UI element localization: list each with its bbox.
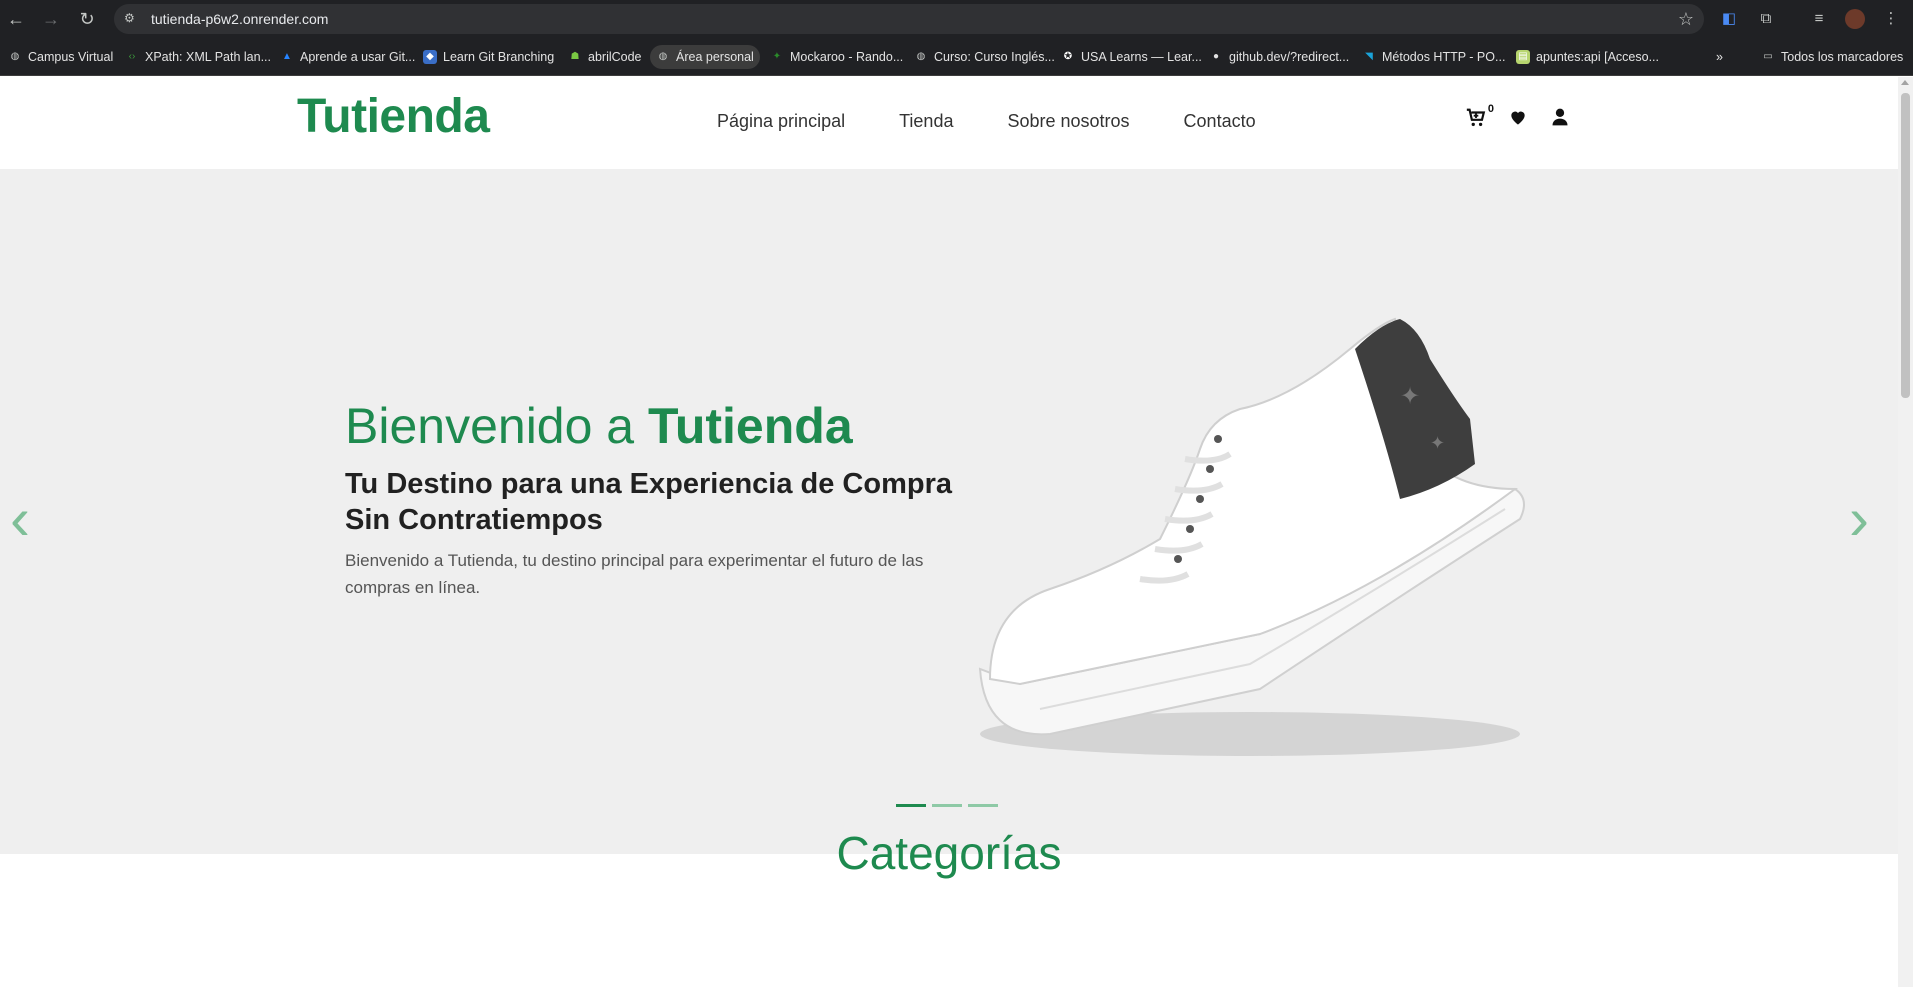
site-info-icon[interactable]: ⚙ xyxy=(124,11,140,27)
bookmark-label: apuntes:api [Acceso... xyxy=(1536,50,1659,64)
globe-icon: ◍ xyxy=(658,51,668,62)
star-icon: ✪ xyxy=(1063,51,1073,62)
mockaroo-icon: ✦ xyxy=(772,51,782,62)
cart-icon[interactable]: 0 xyxy=(1464,103,1494,131)
address-bar[interactable]: ⚙ tutienda-p6w2.onrender.com ☆ xyxy=(114,4,1704,34)
bookmark-item[interactable]: ☗ abrilCode xyxy=(562,45,648,69)
hero-title: Bienvenido a Tutienda xyxy=(345,397,853,455)
bookmarks-bar: ◍ Campus Virtual ‹› XPath: XML Path lan...… xyxy=(0,38,1913,76)
bookmark-label: Mockaroo - Rando... xyxy=(790,50,904,64)
header-icons: 0 xyxy=(1464,103,1572,131)
user-svg xyxy=(1552,108,1568,126)
github-icon: ● xyxy=(1212,51,1220,62)
folder-icon: ▭ xyxy=(1763,51,1773,62)
bookmark-item[interactable]: ▲ Aprende a usar Git... xyxy=(274,45,421,69)
hero-carousel: ‹ › Bienvenido a Tutienda Tu Destino par… xyxy=(0,169,1898,854)
scroll-up-icon[interactable] xyxy=(1901,80,1909,85)
all-bookmarks-folder[interactable]: ▭ Todos los marcadores xyxy=(1755,45,1909,69)
bookmark-label: Campus Virtual xyxy=(28,50,114,64)
android-icon: ☗ xyxy=(570,51,580,62)
bookmark-item[interactable]: ◍ Curso: Curso Inglés... xyxy=(908,45,1061,69)
url-text[interactable]: tutienda-p6w2.onrender.com xyxy=(151,4,328,34)
translate-icon[interactable]: ◧ xyxy=(1718,8,1740,30)
carousel-dot[interactable] xyxy=(968,804,998,807)
heart-svg xyxy=(1511,111,1525,125)
atlassian-icon: ▲ xyxy=(282,51,292,62)
carousel-dot[interactable] xyxy=(896,804,926,807)
postman-icon: ◥ xyxy=(1365,51,1373,62)
categories-heading: Categorías xyxy=(836,827,1062,879)
bookmark-label: Learn Git Branching xyxy=(443,50,555,64)
more-bookmarks-icon[interactable]: » xyxy=(1710,45,1729,69)
bookmark-item[interactable]: ✪ USA Learns — Lear... xyxy=(1055,45,1208,69)
shoe-pattern: ✦ xyxy=(1400,382,1420,410)
bookmark-item[interactable]: ✦ Mockaroo - Rando... xyxy=(764,45,909,69)
globe-icon: ◍ xyxy=(916,51,926,62)
shoe-pattern: ✦ xyxy=(1430,433,1445,454)
carousel-indicators xyxy=(896,804,998,807)
bookmark-label: USA Learns — Lear... xyxy=(1081,50,1202,64)
main-nav: Página principal Tienda Sobre nosotros C… xyxy=(717,111,1256,132)
carousel-dot[interactable] xyxy=(932,804,962,807)
hero-description: Bienvenido a Tutienda, tu destino princi… xyxy=(345,551,924,597)
bookmark-item[interactable]: ◍ Campus Virtual xyxy=(2,45,119,69)
reload-icon[interactable]: ↻ xyxy=(75,7,99,31)
bookmark-item[interactable]: ◥ Métodos HTTP - PO... xyxy=(1356,45,1511,69)
bookmark-label: abrilCode xyxy=(588,50,642,64)
git-icon: ◆ xyxy=(423,50,437,64)
extensions-icon[interactable]: ⧉ xyxy=(1755,8,1777,30)
nav-contact[interactable]: Contacto xyxy=(1184,111,1256,132)
web-page: Tutienda Página principal Tienda Sobre n… xyxy=(0,77,1898,987)
carousel-next-icon[interactable]: › xyxy=(1849,484,1869,553)
bookmark-item[interactable]: ◍ Área personal xyxy=(650,45,760,69)
page-scrollbar[interactable] xyxy=(1898,77,1913,987)
cart-count-badge: 0 xyxy=(1487,103,1494,115)
user-icon[interactable] xyxy=(1548,107,1572,131)
site-logo[interactable]: Tutienda xyxy=(297,89,490,144)
nav-shop[interactable]: Tienda xyxy=(899,111,953,132)
media-icon[interactable]: ≡ xyxy=(1808,8,1830,30)
hero-title-light: Bienvenido a xyxy=(345,398,649,454)
doc-icon: ▤ xyxy=(1516,50,1530,64)
bookmark-label: Área personal xyxy=(676,50,754,64)
bookmark-item[interactable]: ◆ Learn Git Branching xyxy=(417,45,560,69)
bookmark-item[interactable]: ▤ apuntes:api [Acceso... xyxy=(1510,45,1665,69)
profile-avatar[interactable] xyxy=(1845,9,1865,29)
site-header: Tutienda Página principal Tienda Sobre n… xyxy=(0,77,1898,169)
menu-kebab-icon[interactable]: ⋮ xyxy=(1880,8,1902,30)
bookmark-star-icon[interactable]: ☆ xyxy=(1678,9,1694,30)
back-icon[interactable]: ← xyxy=(4,7,28,31)
sneaker-image: ✦ ✦ xyxy=(978,317,1525,756)
forward-icon[interactable]: → xyxy=(39,7,63,31)
bookmark-label: Aprende a usar Git... xyxy=(300,50,416,64)
scrollbar-thumb[interactable] xyxy=(1901,93,1910,398)
bookmark-item[interactable]: ● github.dev/?redirect... xyxy=(1203,45,1355,69)
browser-toolbar: ← → ↻ ⚙ tutienda-p6w2.onrender.com ☆ ◧ ⧉… xyxy=(0,0,1913,38)
cart-svg xyxy=(1466,108,1486,127)
bookmark-label: github.dev/?redirect... xyxy=(1229,50,1350,64)
globe-icon: ◍ xyxy=(10,51,20,62)
nav-home[interactable]: Página principal xyxy=(717,111,845,132)
hero-title-brand: Tutienda xyxy=(648,398,853,454)
code-icon: ‹› xyxy=(128,51,136,62)
bookmark-item[interactable]: ‹› XPath: XML Path lan... xyxy=(119,45,277,69)
bookmark-label: Métodos HTTP - PO... xyxy=(1382,50,1506,64)
carousel-prev-icon[interactable]: ‹ xyxy=(10,484,30,553)
bookmark-label: Curso: Curso Inglés... xyxy=(934,50,1055,64)
bookmark-label: XPath: XML Path lan... xyxy=(145,50,271,64)
hero-subtitle: Tu Destino para una Experiencia de Compr… xyxy=(345,468,953,536)
nav-about[interactable]: Sobre nosotros xyxy=(1007,111,1129,132)
all-bookmarks-label: Todos los marcadores xyxy=(1781,50,1904,64)
heart-icon[interactable] xyxy=(1506,107,1530,131)
